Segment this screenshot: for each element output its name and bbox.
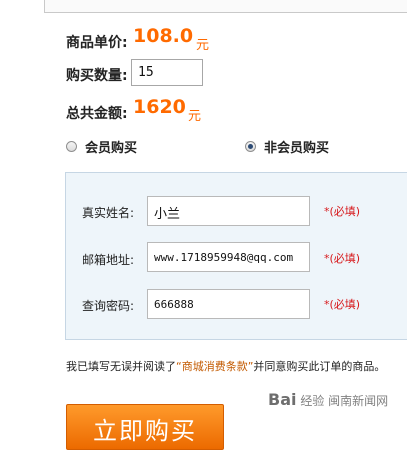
total-value: 1620 — [133, 96, 186, 118]
watermark-text: 经验 闽南新闻网 — [300, 394, 389, 408]
buy-now-button[interactable]: 立即购买 — [66, 404, 224, 450]
total-label: 总共金额: — [66, 106, 128, 122]
query-password-label: 查询密码: — [82, 299, 135, 313]
real-name-required: *(必填) — [324, 205, 361, 218]
agreement-suffix: 并同意购买此订单的商品。 — [253, 360, 386, 373]
email-label: 邮箱地址: — [82, 253, 135, 267]
baidu-logo: Bai — [268, 390, 297, 409]
quantity-input[interactable]: 15 — [131, 59, 203, 86]
previous-section-border — [44, 0, 407, 13]
unit-price-value: 108.0 — [133, 25, 194, 47]
agreement-prefix: 我已填写无误并阅读了 — [66, 360, 176, 373]
real-name-input[interactable]: 小兰 — [147, 196, 310, 226]
quantity-label: 购买数量: — [66, 68, 128, 84]
guest-purchase-label[interactable]: 非会员购买 — [264, 137, 329, 156]
watermark: Bai 经验 闽南新闻网 — [268, 390, 388, 409]
agreement-text: 我已填写无误并阅读了“商城消费条款”并同意购买此订单的商品。 — [66, 358, 385, 374]
email-required: *(必填) — [324, 252, 361, 265]
unit-price-currency: 元 — [196, 38, 210, 53]
unit-price-label: 商品单价: — [66, 35, 128, 51]
email-input[interactable]: www.1718959948@qq.com — [147, 242, 310, 272]
real-name-label: 真实姓名: — [82, 206, 135, 220]
guest-purchase-radio[interactable] — [245, 141, 256, 152]
query-password-input[interactable]: 666888 — [147, 289, 310, 319]
member-purchase-label[interactable]: 会员购买 — [85, 137, 137, 156]
total-currency: 元 — [188, 109, 202, 124]
terms-link[interactable]: “商城消费条款” — [176, 360, 253, 373]
query-password-required: *(必填) — [324, 298, 361, 311]
member-purchase-radio[interactable] — [66, 141, 77, 152]
